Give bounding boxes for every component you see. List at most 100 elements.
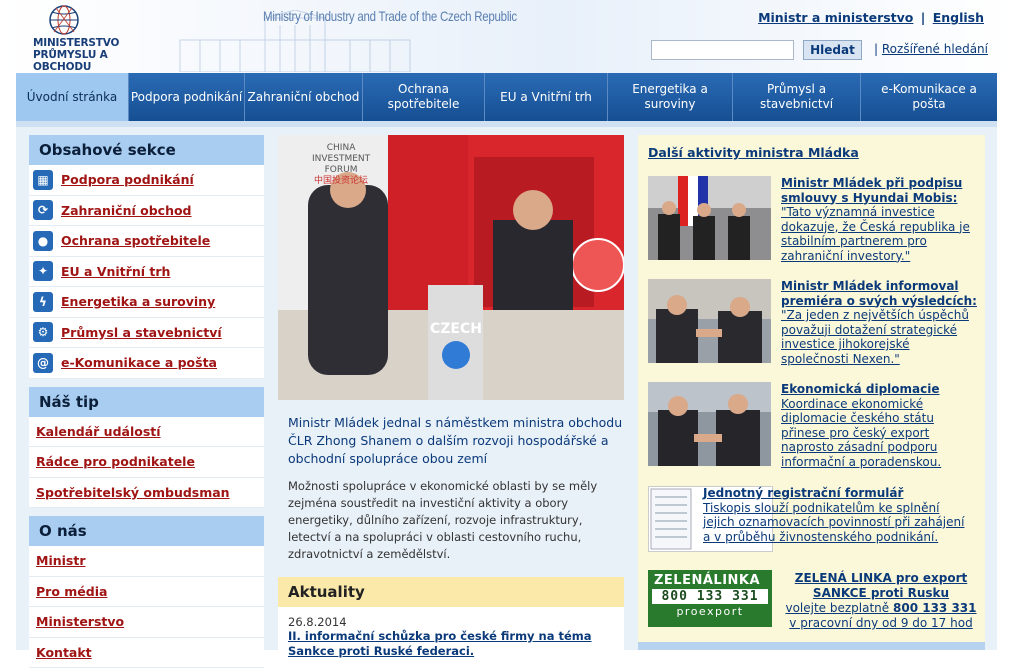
section-link[interactable]: Podpora podnikání (61, 172, 194, 187)
advanced-search-link[interactable]: Rozšířené hledání (882, 42, 988, 56)
logo[interactable]: MINISTERSTVO PRŮMYSLU A OBCHODU (30, 4, 160, 66)
tip-link[interactable]: Rádce pro podnikatele (36, 454, 195, 469)
nav-zahranicni-obchod[interactable]: Zahraniční obchod (245, 73, 363, 121)
article-title-link[interactable]: Ministr Mládek jednal s náměstkem minist… (288, 415, 622, 466)
section-item[interactable]: ϟEnergetika a suroviny (29, 287, 264, 318)
news-text: Ministr Mládek informoval premiéra o svý… (781, 279, 981, 366)
green-line-heading[interactable]: ZELENÁ LINKA pro export (795, 571, 967, 585)
news-item[interactable]: Ministr Mládek informoval premiéra o svý… (648, 279, 978, 369)
globe-logo-icon (34, 4, 94, 36)
news-title[interactable]: Ministr Mládek informoval premiéra o svý… (781, 279, 977, 308)
hero-sign-line: INVESTMENT (312, 154, 370, 165)
news-description[interactable]: Koordinace ekonomické diplomacie českého… (781, 397, 981, 470)
news-text: Ministr Mládek při podpisu smlouvy s Hyu… (781, 176, 981, 263)
news-thumbnail[interactable] (648, 279, 771, 363)
about-link[interactable]: Ministr (36, 553, 86, 568)
tip-item[interactable]: Rádce pro podnikatele (29, 447, 264, 478)
section-item[interactable]: @ e-Komunikace a pošta (29, 348, 264, 379)
green-line-text: ZELENÁ LINKA pro export SANKCE proti Rus… (781, 571, 981, 631)
adv-search-separator: | (874, 42, 878, 56)
hero-sign: CHINA INVESTMENT FORUM 中国投资论坛 (312, 143, 370, 187)
green-line-title: ZELENÁLINKA (648, 570, 772, 588)
section-item[interactable]: ▦ Podpora podnikání (29, 165, 264, 196)
section-item[interactable]: ●Ochrana spotřebitele (29, 226, 264, 257)
news-thumbnail[interactable] (648, 176, 771, 260)
news-title[interactable]: Ekonomická diplomacie (781, 382, 940, 396)
section-item[interactable]: ✦EU a Vnitřní trh (29, 257, 264, 288)
hero-screen-text: CZECH (430, 321, 482, 337)
nav-ochrana-spotrebitele[interactable]: Ochrana spotřebitele (363, 73, 485, 121)
green-line-heading2[interactable]: SANKCE proti Rusku (813, 586, 949, 600)
advanced-search: | Rozšířené hledání (874, 42, 988, 56)
hero-sign-line: FORUM (312, 165, 370, 176)
ministr-link[interactable]: Ministr a ministerstvo (758, 10, 913, 25)
green-line-banner[interactable]: ZELENÁLINKA 800 133 331 proexport (648, 570, 772, 627)
news-thumbnail[interactable] (648, 382, 771, 466)
news-description[interactable]: "Za jeden z největších úspěchů považuji … (781, 308, 981, 366)
sections-list: ▦ Podpora podnikání ⟳Zahraniční obchod ●O… (29, 165, 264, 379)
tip-heading: Náš tip (29, 387, 264, 417)
news-item[interactable]: Ministr Mládek při podpisu smlouvy s Hyu… (648, 176, 978, 266)
section-link[interactable]: EU a Vnitřní trh (61, 264, 170, 279)
section-link[interactable]: Ochrana spotřebitele (61, 233, 210, 248)
about-link[interactable]: Pro média (36, 584, 107, 599)
nav-podpora-podnikani[interactable]: Podpora podnikání (129, 73, 245, 121)
hero-sign-line: 中国投资论坛 (312, 176, 370, 187)
green-line-call-number: 800 133 331 (893, 601, 977, 615)
news-text: Jednotný registrační formulář Tiskopis s… (703, 486, 973, 544)
about-link[interactable]: Kontakt (36, 645, 92, 660)
section-link[interactable]: Energetika a suroviny (61, 294, 215, 309)
aktuality-link[interactable]: II. informační schůzka pro české firmy n… (288, 629, 592, 658)
about-link[interactable]: Ministerstvo (36, 614, 124, 629)
news-description[interactable]: "Tato významná investice dokazuje, že Če… (781, 205, 981, 263)
tip-item[interactable]: Spotřebitelský ombudsman (29, 478, 264, 509)
about-item[interactable]: Kontakt (29, 638, 264, 668)
english-link[interactable]: English (933, 10, 984, 25)
news-item[interactable]: Ekonomická diplomacie Koordinace ekonomi… (648, 382, 978, 472)
green-line-number: 800 133 331 (652, 589, 768, 604)
nav-uvodni-stranka[interactable]: Úvodní stránka (16, 73, 129, 121)
header: MINISTERSTVO PRŮMYSLU A OBCHODU Ministry… (0, 0, 1012, 73)
section-item[interactable]: ⚙ Průmysl a stavebnictví (29, 318, 264, 349)
tip-link[interactable]: Kalendář událostí (36, 424, 161, 439)
tip-link[interactable]: Spotřebitelský ombudsman (36, 485, 230, 500)
nav-eu-vnitrni-trh[interactable]: EU a Vnitřní trh (485, 73, 608, 121)
main-nav: Úvodní stránka Podpora podnikání Zahrani… (16, 73, 997, 121)
nav-e-komunikace-posta[interactable]: e-Komunikace a pošta (861, 73, 997, 121)
nav-energetika-suroviny[interactable]: Energetika a suroviny (608, 73, 733, 121)
search-input[interactable] (651, 40, 794, 60)
at-icon: @ (33, 353, 53, 373)
article-title[interactable]: Ministr Mládek jednal s náměstkem minist… (288, 414, 624, 468)
news-title[interactable]: Jednotný registrační formulář (703, 486, 903, 500)
news-photo (648, 382, 771, 466)
page-content: Obsahové sekce ▦ Podpora podnikání ⟳Zahra… (16, 127, 997, 650)
grid-icon: ▦ (33, 170, 53, 190)
right-heading-link[interactable]: Další aktivity ministra Mládka (648, 145, 859, 160)
left-column: Obsahové sekce ▦ Podpora podnikání ⟳Zahra… (29, 135, 264, 668)
search-button[interactable]: Hledat (803, 40, 862, 60)
tip-item[interactable]: Kalendář událostí (29, 417, 264, 448)
logo-line2: PRŮMYSLU A OBCHODU (33, 49, 160, 73)
green-line-call-text: volejte bezplatně (785, 601, 889, 615)
news-text: Ekonomická diplomacie Koordinace ekonomi… (781, 382, 981, 469)
about-item[interactable]: Ministerstvo (29, 607, 264, 638)
right-bottom-band (638, 642, 985, 650)
news-title[interactable]: Ministr Mládek při podpisu smlouvy s Hyu… (781, 176, 962, 205)
gear-icon: ⚙ (33, 322, 53, 342)
news-description[interactable]: Tiskopis slouží podnikatelům ke splnění … (703, 501, 973, 545)
about-item[interactable]: Pro média (29, 577, 264, 608)
section-link[interactable]: Průmysl a stavebnictví (61, 325, 222, 340)
aktuality-item: 26.8.2014 II. informační schůzka pro čes… (278, 607, 624, 667)
hero-photo[interactable]: CHINA INVESTMENT FORUM 中国投资论坛 CZECH (278, 135, 624, 400)
section-link[interactable]: Zahraniční obchod (61, 203, 192, 218)
section-item[interactable]: ⟳Zahraniční obchod (29, 196, 264, 227)
news-item[interactable]: Jednotný registrační formulář Tiskopis s… (648, 486, 978, 556)
toplinks-separator: | (921, 10, 926, 25)
green-line-sub: proexport (648, 605, 772, 618)
nav-prumysl-stavebnictvi[interactable]: Průmysl a stavebnictví (733, 73, 861, 121)
sections-heading: Obsahové sekce (29, 135, 264, 165)
about-item[interactable]: Ministr (29, 546, 264, 577)
green-line-hours: v pracovní dny od 9 do 17 hod (789, 616, 972, 630)
logo-line1: MINISTERSTVO (33, 37, 160, 49)
section-link[interactable]: e-Komunikace a pošta (61, 355, 217, 370)
